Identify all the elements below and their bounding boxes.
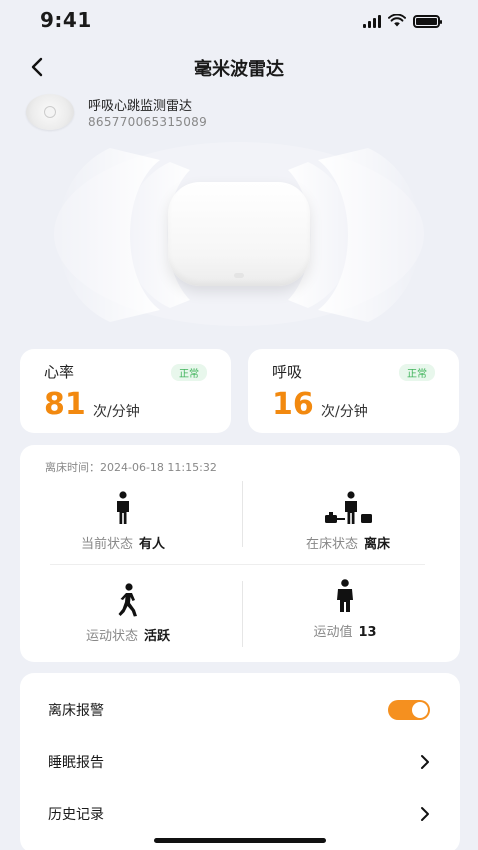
status-icons — [363, 12, 442, 31]
signal-icon — [363, 15, 381, 28]
motion-state-value: 活跃 — [144, 629, 171, 644]
radar-device-image — [168, 182, 310, 286]
motion-state-label: 运动状态 — [85, 629, 138, 644]
current-state-value: 有人 — [139, 537, 166, 552]
bed-state-cell: 在床状态 离床 — [248, 489, 448, 552]
motion-value-cell: 运动值 13 — [245, 577, 445, 640]
device-avatar — [26, 94, 74, 130]
current-state-label: 当前状态 — [80, 537, 133, 552]
divider-horizontal — [50, 564, 425, 565]
person-standing-icon — [117, 491, 129, 524]
respiration-label: 呼吸 — [272, 363, 303, 381]
leave-bed-time: 离床时间：2024-06-18 11:15:32 — [45, 461, 217, 474]
bed-state-label: 在床状态 — [305, 537, 358, 552]
current-state-text: 当前状态 有人 — [23, 533, 223, 552]
status-bar: 9:41 — [0, 0, 478, 40]
divider-vertical-bottom — [242, 581, 243, 647]
device-info: 呼吸心跳监测雷达 865770065315089 — [88, 95, 207, 129]
heart-rate-unit: 次/分钟 — [93, 404, 140, 420]
person-luggage-icon — [325, 491, 372, 524]
radar-led — [234, 273, 244, 278]
device-id: 865770065315089 — [88, 115, 208, 129]
battery-icon — [413, 15, 442, 28]
respiration-card[interactable]: 呼吸 正常 16 次/分钟 — [248, 349, 459, 433]
bed-state-text: 在床状态 离床 — [248, 533, 448, 552]
respiration-unit: 次/分钟 — [321, 404, 368, 420]
device-sensor-dot — [44, 106, 56, 118]
heart-rate-status-badge: 正常 — [171, 364, 207, 381]
bed-state-value: 离床 — [364, 537, 391, 552]
motion-state-cell: 运动状态 活跃 — [28, 581, 228, 644]
radar-illustration — [40, 140, 438, 330]
page-title: 毫米波雷达 — [194, 59, 284, 80]
motion-value-label: 运动值 — [313, 625, 353, 640]
divider-vertical-top — [242, 481, 243, 547]
person-walking-icon — [118, 583, 137, 617]
sleep-report-label: 睡眠报告 — [48, 755, 104, 771]
device-name: 呼吸心跳监测雷达 — [88, 99, 193, 114]
chevron-right-icon — [421, 755, 429, 769]
chevron-right-icon — [421, 807, 429, 821]
current-state-cell: 当前状态 有人 — [23, 489, 223, 552]
history-row[interactable]: 历史记录 — [48, 802, 430, 826]
toggle-knob — [412, 702, 428, 718]
motion-value-text: 运动值 13 — [245, 621, 445, 640]
respiration-status-badge: 正常 — [399, 364, 435, 381]
leave-bed-alarm-label: 离床报警 — [48, 703, 104, 719]
motion-value-value: 13 — [358, 625, 377, 640]
respiration-value: 16 — [272, 387, 314, 422]
wifi-icon — [388, 12, 406, 31]
heart-rate-value: 81 — [44, 387, 86, 422]
heart-rate-card[interactable]: 心率 正常 81 次/分钟 — [20, 349, 231, 433]
status-card: 离床时间：2024-06-18 11:15:32 当前状态有人 在床状态离床 — [20, 445, 460, 662]
sleep-report-row[interactable]: 睡眠报告 — [48, 750, 430, 774]
device-header: 呼吸心跳监测雷达 865770065315089 — [26, 92, 207, 132]
nav-bar: 毫米波雷达 — [0, 50, 478, 84]
leave-bed-alarm-toggle[interactable] — [388, 700, 430, 720]
motion-state-text: 运动状态 活跃 — [28, 625, 228, 644]
settings-card: 离床报警 睡眠报告 历史记录 — [20, 673, 460, 850]
status-time: 9:41 — [40, 8, 92, 32]
person-icon — [337, 579, 353, 612]
leave-bed-alarm-row[interactable]: 离床报警 — [48, 698, 430, 722]
history-label: 历史记录 — [48, 807, 104, 823]
home-indicator — [154, 838, 326, 843]
heart-rate-label: 心率 — [44, 363, 75, 381]
